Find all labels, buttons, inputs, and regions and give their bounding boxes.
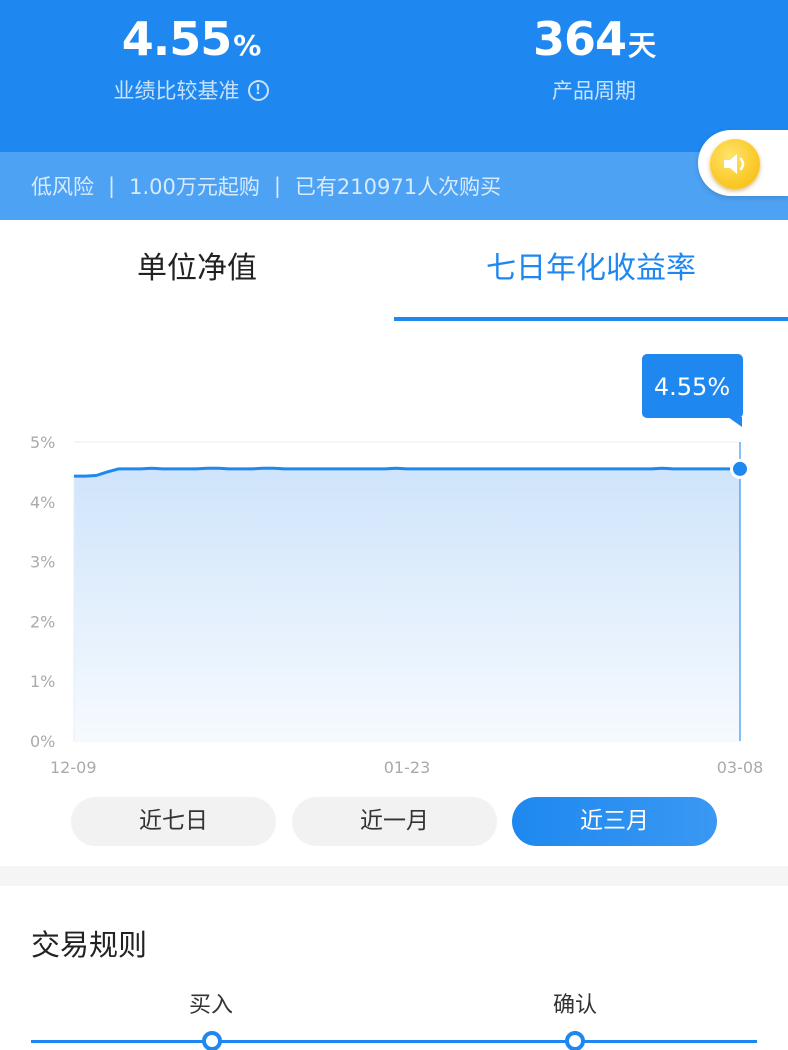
benchmark-label-row: 业绩比较基准 !	[80, 75, 302, 105]
info-icon[interactable]: !	[247, 79, 269, 101]
audio-button[interactable]	[698, 130, 788, 196]
range-seven-days-button[interactable]: 近七日	[71, 797, 276, 846]
x-tick-label: 03-08	[717, 758, 764, 777]
y-tick-label: 0%	[30, 732, 55, 751]
benchmark-metric: 4.55% 业绩比较基准 !	[80, 12, 302, 105]
yield-chart-svg: 5% 4% 3% 2% 1% 0% 12-09 01-23 03-08 4.55%	[30, 354, 764, 777]
yield-chart: 5% 4% 3% 2% 1% 0% 12-09 01-23 03-08 4.55%	[0, 321, 788, 866]
trade-rules: 交易规则 买入 确认	[0, 886, 788, 1050]
separator: |	[108, 174, 116, 198]
benchmark-value-row: 4.55%	[80, 12, 302, 73]
step-confirm-dot	[565, 1031, 585, 1050]
range-three-months-button[interactable]: 近三月	[512, 797, 717, 846]
benchmark-unit: %	[233, 29, 261, 62]
period-label-row: 产品周期	[480, 75, 708, 105]
period-value-row: 364天	[480, 12, 708, 73]
risk-level: 低风险	[31, 175, 94, 199]
y-tick-label: 1%	[30, 672, 55, 691]
speaker-glyph	[724, 154, 745, 174]
timeline-line	[31, 1040, 757, 1043]
tab-seven-day-yield[interactable]: 七日年化收益率	[394, 220, 788, 321]
callout-label: 4.55%	[654, 373, 730, 401]
step-confirm-label: 确认	[553, 993, 598, 1018]
y-tick-label: 2%	[30, 612, 55, 631]
summary-strip: 低风险 | 1.00万元起购 | 已有210971人次购买	[0, 152, 788, 220]
y-tick-label: 3%	[30, 553, 55, 572]
callout-pointer	[728, 417, 742, 427]
benchmark-label: 业绩比较基准	[113, 79, 240, 103]
step-buy-dot	[202, 1031, 222, 1050]
period-label: 产品周期	[552, 79, 636, 103]
chart-tabs: 单位净值 七日年化收益率	[0, 220, 788, 321]
period-metric: 364天 产品周期	[480, 12, 708, 105]
step-buy-label: 买入	[189, 993, 234, 1018]
period-value: 364	[532, 12, 627, 66]
range-selector: 近七日 近一月 近三月	[0, 797, 788, 847]
purchase-count: 已有210971人次购买	[294, 175, 502, 199]
x-tick-label: 12-09	[50, 758, 97, 777]
product-header: 4.55% 业绩比较基准 ! 364天 产品周期	[0, 0, 788, 152]
y-tick-label: 4%	[30, 493, 55, 512]
range-one-month-button[interactable]: 近一月	[292, 797, 497, 846]
yield-area	[74, 468, 740, 741]
rules-title: 交易规则	[31, 928, 148, 962]
y-tick-label: 5%	[30, 433, 55, 452]
speaker-icon[interactable]	[710, 139, 760, 189]
tab-unit-nav[interactable]: 单位净值	[0, 220, 394, 321]
x-tick-label: 01-23	[384, 758, 431, 777]
section-divider	[0, 866, 788, 886]
last-point	[733, 461, 747, 476]
separator: |	[273, 174, 281, 198]
benchmark-value: 4.55	[121, 12, 232, 66]
min-purchase: 1.00万元起购	[129, 175, 260, 199]
period-unit: 天	[628, 29, 656, 62]
